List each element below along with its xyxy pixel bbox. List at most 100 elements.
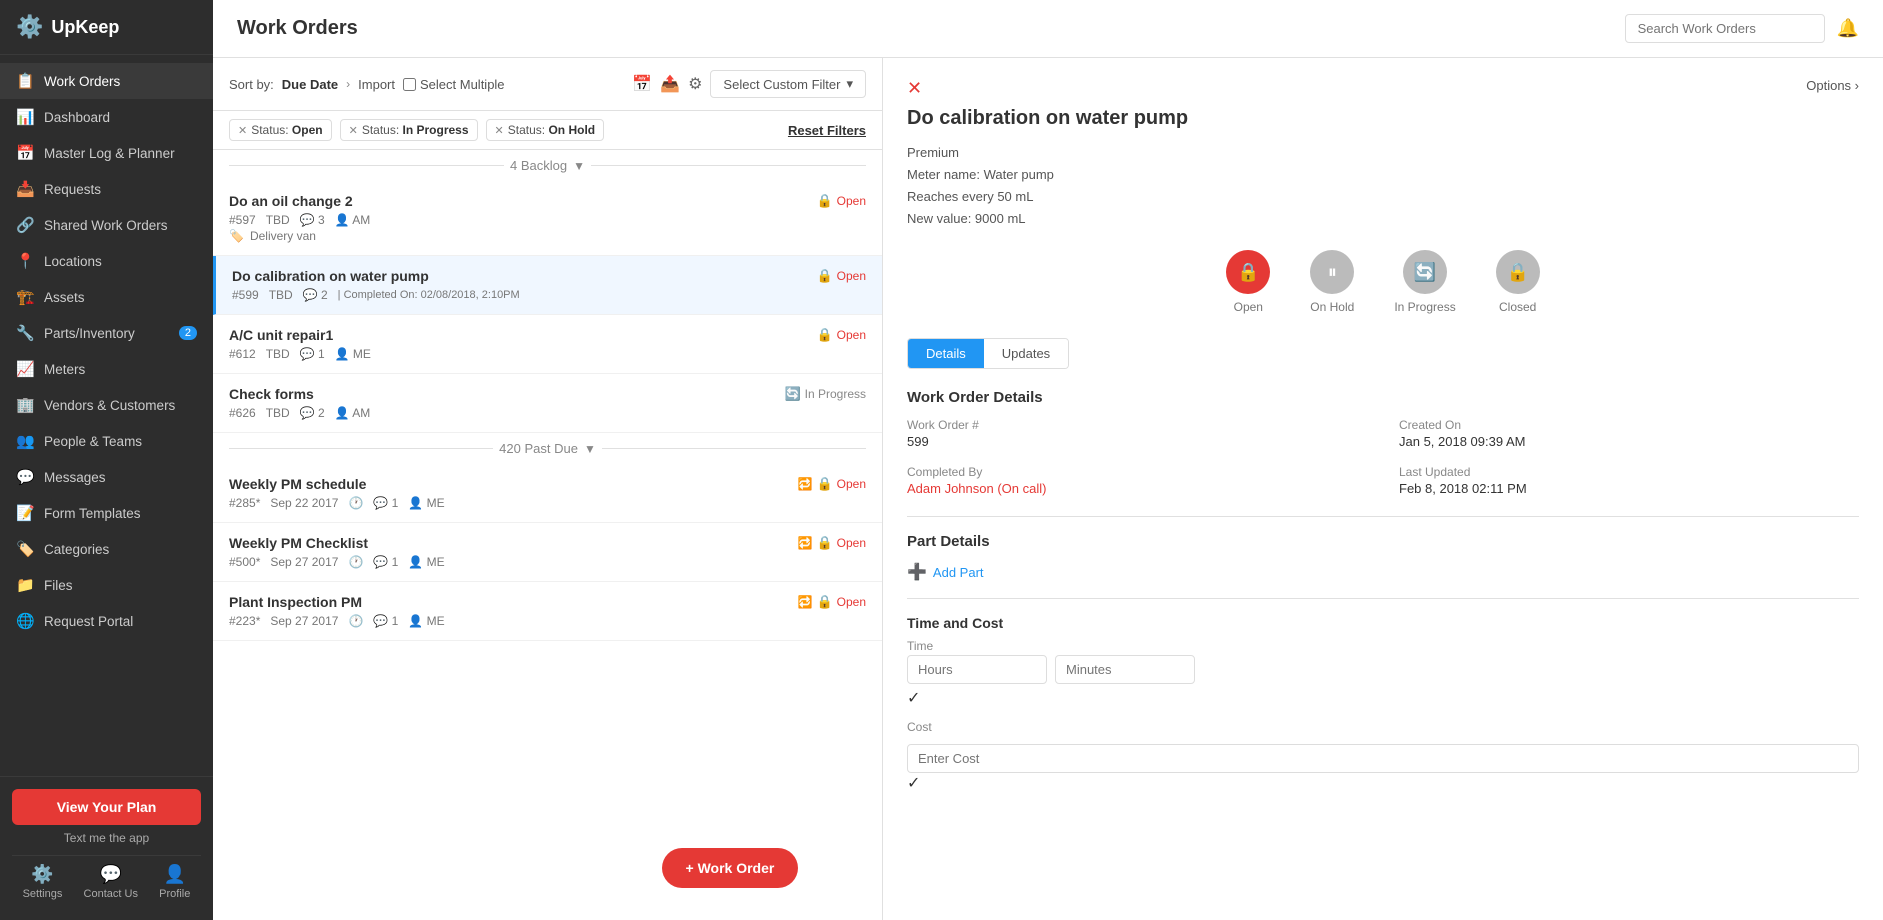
- wo-status: 🔄 In Progress: [784, 386, 866, 402]
- status-step-open[interactable]: 🔒 Open: [1226, 250, 1270, 314]
- close-icon[interactable]: ✕: [907, 78, 922, 99]
- cost-checkmark-icon[interactable]: ✓: [907, 775, 920, 792]
- filter-remove-icon[interactable]: ✕: [238, 124, 247, 137]
- section-chevron-icon[interactable]: ▼: [584, 442, 596, 456]
- sidebar-item-label: Vendors & Customers: [44, 398, 175, 413]
- work-order-item[interactable]: Weekly PM schedule #285* Sep 22 2017 🕐 💬…: [213, 464, 882, 523]
- section-title: 4 Backlog: [510, 158, 567, 173]
- detail-meta-line: New value: 9000 mL: [907, 208, 1859, 230]
- status-step-closed[interactable]: 🔒 Closed: [1496, 250, 1540, 314]
- sidebar-bottom: View Your Plan Text me the app ⚙️ Settin…: [0, 776, 213, 920]
- sidebar-item-label: Work Orders: [44, 74, 120, 89]
- wo-assignee: 👤 ME: [335, 347, 371, 361]
- footer-item-settings[interactable]: ⚙️ Settings: [23, 864, 63, 900]
- repeat-icon: 🔁: [798, 477, 813, 491]
- export-icon[interactable]: 📤: [660, 74, 680, 94]
- sidebar-item-work-orders[interactable]: 📋 Work Orders: [0, 63, 213, 99]
- search-input[interactable]: [1625, 14, 1825, 43]
- meters-icon: 📈: [16, 360, 34, 378]
- sidebar-item-request-portal[interactable]: 🌐 Request Portal: [0, 603, 213, 639]
- status-step-on-hold[interactable]: ⏸ On Hold: [1310, 250, 1354, 314]
- sidebar-item-messages[interactable]: 💬 Messages: [0, 459, 213, 495]
- work-order-item[interactable]: Do an oil change 2 #597 TBD 💬 3 👤 AM 🏷️ …: [213, 181, 882, 256]
- options-button[interactable]: Options ›: [1806, 78, 1859, 93]
- view-plan-button[interactable]: View Your Plan: [12, 789, 201, 825]
- filter-tag: ✕ Status: In Progress: [340, 119, 478, 141]
- filter-remove-icon[interactable]: ✕: [349, 124, 358, 137]
- sidebar-item-locations[interactable]: 📍 Locations: [0, 243, 213, 279]
- cost-input[interactable]: [907, 744, 1859, 773]
- work-order-item[interactable]: Do calibration on water pump #599 TBD 💬 …: [213, 256, 882, 315]
- sidebar-item-label: Files: [44, 578, 73, 593]
- minutes-input[interactable]: [1055, 655, 1195, 684]
- work-order-item[interactable]: Weekly PM Checklist #500* Sep 27 2017 🕐 …: [213, 523, 882, 582]
- filter-icon[interactable]: ⚙: [688, 74, 702, 94]
- sidebar-item-people-teams[interactable]: 👥 People & Teams: [0, 423, 213, 459]
- select-multiple-label[interactable]: Select Multiple: [403, 77, 505, 92]
- detail-meta: PremiumMeter name: Water pumpReaches eve…: [907, 142, 1859, 230]
- add-work-order-button[interactable]: + Work Order: [662, 848, 799, 888]
- filter-remove-icon[interactable]: ✕: [495, 124, 504, 137]
- sidebar-item-assets[interactable]: 🏗️ Assets: [0, 279, 213, 315]
- sidebar-item-label: Parts/Inventory: [44, 326, 135, 341]
- work-order-item[interactable]: A/C unit repair1 #612 TBD 💬 1 👤 ME 🔒 Ope…: [213, 315, 882, 374]
- wo-status: 🔁 🔒 Open: [798, 476, 867, 492]
- sort-by-value[interactable]: Due Date: [282, 77, 338, 92]
- work-order-item[interactable]: Check forms #626 TBD 💬 2 👤 AM 🔄 In Progr…: [213, 374, 882, 433]
- status-lock-icon: 🔒: [816, 476, 832, 492]
- status-circle: ⏸: [1310, 250, 1354, 294]
- section-chevron-icon[interactable]: ▼: [573, 159, 585, 173]
- sidebar-item-master-log[interactable]: 📅 Master Log & Planner: [0, 135, 213, 171]
- wo-title: Weekly PM schedule: [229, 476, 798, 492]
- form-templates-icon: 📝: [16, 504, 34, 522]
- comment-icon: 💬 1: [373, 555, 398, 569]
- files-icon: 📁: [16, 576, 34, 594]
- custom-filter-button[interactable]: Select Custom Filter ▾: [710, 70, 866, 98]
- notification-icon[interactable]: 🔔: [1837, 18, 1859, 39]
- hours-input[interactable]: [907, 655, 1047, 684]
- completed-on: | Completed On: 02/08/2018, 2:10PM: [338, 289, 520, 301]
- people-teams-icon: 👥: [16, 432, 34, 450]
- sidebar-item-shared-work-orders[interactable]: 🔗 Shared Work Orders: [0, 207, 213, 243]
- sidebar-item-vendors-customers[interactable]: 🏢 Vendors & Customers: [0, 387, 213, 423]
- vendors-customers-icon: 🏢: [16, 396, 34, 414]
- sidebar-item-meters[interactable]: 📈 Meters: [0, 351, 213, 387]
- detail-field-left: Completed By Adam Johnson (On call): [907, 465, 1367, 496]
- sidebar-item-files[interactable]: 📁 Files: [0, 567, 213, 603]
- footer-item-contact-us[interactable]: 💬 Contact Us: [84, 864, 138, 900]
- import-button[interactable]: Import: [358, 77, 395, 92]
- tab-updates[interactable]: Updates: [984, 339, 1068, 368]
- section-header: 420 Past Due ▼: [213, 433, 882, 464]
- footer-item-profile[interactable]: 👤 Profile: [159, 864, 190, 900]
- sidebar-item-label: Request Portal: [44, 614, 133, 629]
- status-step-label: Closed: [1499, 300, 1536, 314]
- select-multiple-checkbox[interactable]: [403, 78, 416, 91]
- sidebar-item-form-templates[interactable]: 📝 Form Templates: [0, 495, 213, 531]
- sidebar-item-parts-inventory[interactable]: 🔧 Parts/Inventory 2: [0, 315, 213, 351]
- sidebar-item-dashboard[interactable]: 📊 Dashboard: [0, 99, 213, 135]
- tab-details[interactable]: Details: [908, 339, 984, 368]
- page-title: Work Orders: [237, 17, 358, 40]
- comment-icon: 💬 2: [300, 406, 325, 420]
- sidebar-item-label: People & Teams: [44, 434, 142, 449]
- add-part-plus-icon: ➕: [907, 562, 927, 582]
- wo-sub-meta: 🏷️ Delivery van: [229, 229, 816, 243]
- work-order-item[interactable]: Plant Inspection PM #223* Sep 27 2017 🕐 …: [213, 582, 882, 641]
- sidebar-item-categories[interactable]: 🏷️ Categories: [0, 531, 213, 567]
- wo-meta: #597 TBD 💬 3 👤 AM: [229, 213, 816, 227]
- time-checkmark-icon[interactable]: ✓: [907, 690, 920, 707]
- calendar-icon[interactable]: 📅: [632, 74, 652, 94]
- status-step-in-progress[interactable]: 🔄 In Progress: [1394, 250, 1455, 314]
- sub-label: Delivery van: [250, 229, 316, 243]
- wo-status: 🔁 🔒 Open: [798, 594, 867, 610]
- wo-list-panel: Sort by: Due Date › Import Select Multip…: [213, 58, 883, 920]
- add-part-button[interactable]: ➕ Add Part: [907, 562, 984, 582]
- time-inputs: [907, 655, 1859, 684]
- detail-header: ✕ Options ›: [907, 78, 1859, 99]
- text-me-label: Text me the app: [12, 831, 201, 845]
- sidebar-item-requests[interactable]: 📥 Requests: [0, 171, 213, 207]
- field-value[interactable]: Adam Johnson (On call): [907, 481, 1367, 496]
- reset-filters-link[interactable]: Reset Filters: [788, 123, 866, 138]
- detail-panel: ✕ Options › Do calibration on water pump…: [883, 58, 1883, 920]
- wo-meta: #500* Sep 27 2017 🕐 💬 1 👤 ME: [229, 555, 798, 569]
